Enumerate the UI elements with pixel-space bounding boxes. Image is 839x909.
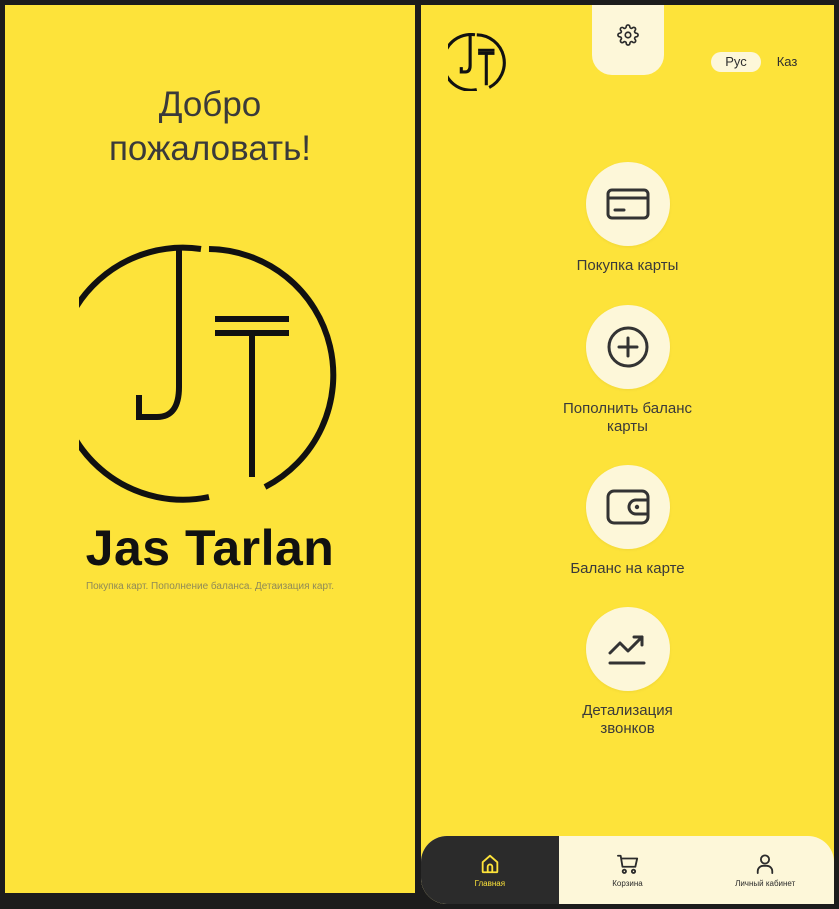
wallet-icon [606, 489, 649, 525]
lang-kz-button[interactable]: Каз [767, 52, 807, 72]
user-icon [756, 853, 774, 874]
menu-label: Пополнить баланс карты [563, 400, 692, 435]
nav-cart[interactable]: Корзина [559, 836, 697, 904]
menu-label: Покупка карты [576, 257, 679, 274]
menu-call-details-circle[interactable] [585, 607, 670, 691]
nav-cart-label: Корзина [612, 878, 643, 888]
bottom-nav: Главная Корзина Личный кабинет [421, 836, 834, 904]
menu-buy-card[interactable]: Покупка карты [421, 162, 834, 275]
welcome-title: Добро пожаловать! [108, 85, 312, 168]
welcome-screen: Добро пожаловать! Jas Tarlan Покупка кар… [5, 5, 415, 893]
menu-call-details[interactable]: Детализация звонков [421, 607, 834, 738]
tagline: Покупка карт. Пополнение баланса. Детаиз… [85, 581, 335, 592]
brand-name: Jas Tarlan [85, 520, 335, 576]
nav-profile[interactable]: Личный кабинет [696, 836, 834, 904]
menu-card-balance[interactable]: Баланс на карте [421, 465, 834, 578]
home-screen: Рус Каз Покупка карты Пополнить баланс к… [421, 5, 834, 904]
menu-card-balance-circle[interactable] [585, 465, 670, 549]
gear-icon [617, 23, 639, 46]
menu-top-up[interactable]: Пополнить баланс карты [421, 305, 834, 436]
jas-tarlan-logo [79, 244, 337, 503]
menu-label: Детализация звонков [582, 702, 673, 737]
plus-circle-icon [607, 326, 648, 368]
trend-chart-icon [608, 635, 645, 665]
lang-ru-button[interactable]: Рус [711, 52, 761, 72]
settings-button[interactable] [592, 5, 664, 75]
app-logo [448, 33, 506, 91]
home-icon [481, 854, 499, 873]
nav-home-label: Главная [474, 878, 506, 888]
card-icon [606, 188, 649, 220]
cart-icon [616, 854, 638, 874]
menu-buy-card-circle[interactable] [585, 162, 670, 246]
nav-profile-label: Личный кабинет [735, 878, 796, 888]
menu-label: Баланс на карте [570, 560, 685, 577]
nav-home[interactable]: Главная [421, 836, 559, 904]
menu-top-up-circle[interactable] [585, 305, 670, 389]
